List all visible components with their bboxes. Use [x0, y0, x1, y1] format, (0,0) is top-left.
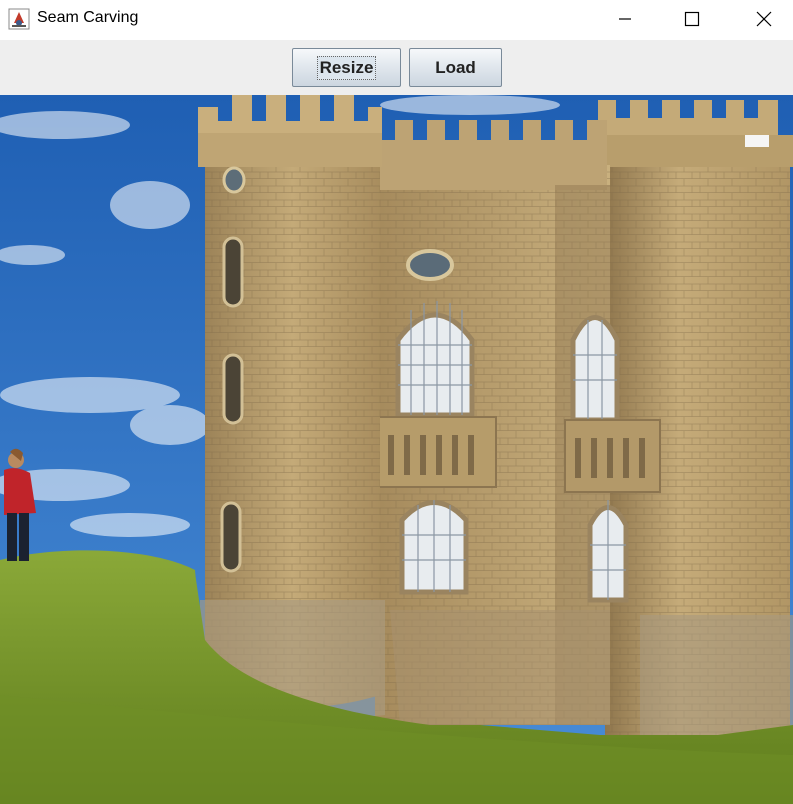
castle-photo: [0, 95, 793, 804]
title-bar: Seam Carving: [0, 0, 793, 40]
minimize-button[interactable]: [602, 0, 648, 38]
maximize-button[interactable]: [669, 0, 715, 38]
maximize-icon: [684, 11, 700, 27]
toolbar: Resize Load: [0, 40, 793, 95]
minimize-icon: [619, 18, 631, 20]
load-button-label: Load: [435, 57, 476, 77]
right-tower: [598, 100, 793, 735]
window-title: Seam Carving: [37, 9, 139, 26]
load-button[interactable]: Load: [409, 48, 502, 87]
close-button[interactable]: [741, 0, 787, 38]
image-canvas: [0, 95, 793, 804]
left-tower: [198, 95, 385, 719]
resize-button-label: Resize: [316, 55, 377, 80]
resize-button[interactable]: Resize: [292, 48, 401, 87]
java-app-icon: [8, 8, 30, 30]
close-icon: [756, 11, 772, 27]
